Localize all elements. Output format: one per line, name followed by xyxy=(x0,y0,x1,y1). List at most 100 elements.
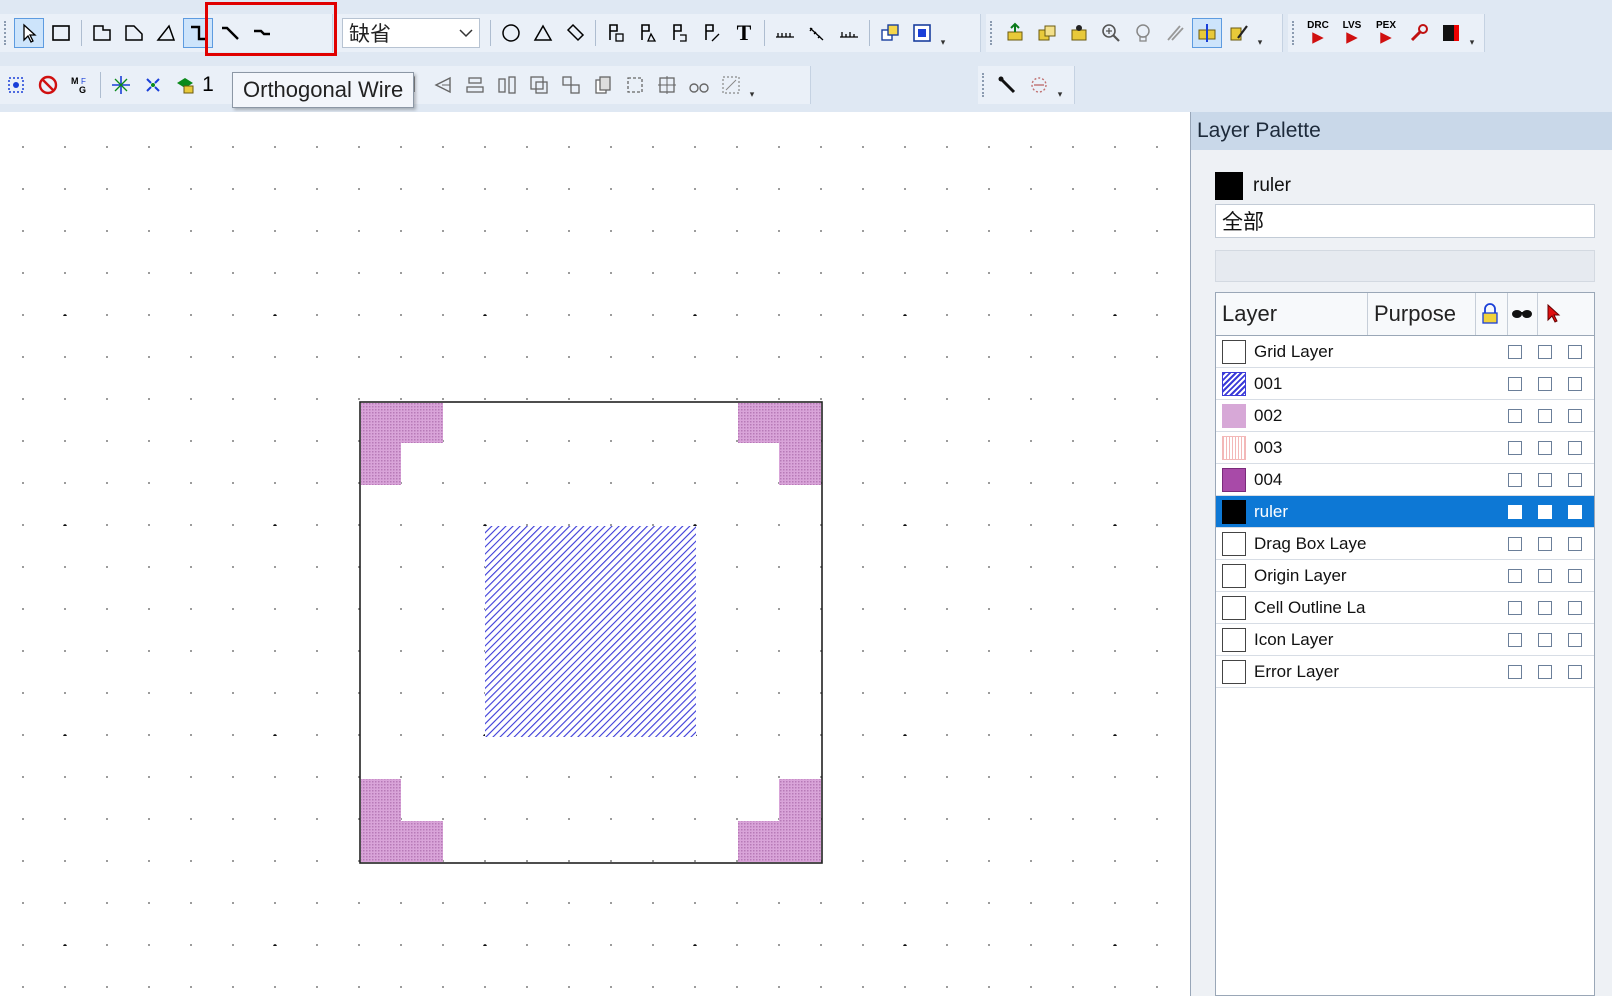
layer-swatch[interactable] xyxy=(1222,531,1246,556)
shrink-select-icon[interactable] xyxy=(138,70,168,100)
pin-tool-4-icon[interactable] xyxy=(697,18,727,48)
layer-row[interactable]: Origin Layer xyxy=(1216,560,1594,592)
layer-lock-checkbox[interactable] xyxy=(1508,664,1522,679)
layer-selectable-checkbox[interactable] xyxy=(1568,632,1582,647)
center-icon[interactable] xyxy=(652,70,682,100)
layer-selectable-checkbox[interactable] xyxy=(1568,344,1582,359)
copy-icon[interactable] xyxy=(1032,18,1062,48)
layout-canvas[interactable] xyxy=(0,112,1180,996)
toolbar-more-icon[interactable]: ▾ xyxy=(1255,18,1265,48)
polygon-tool-icon[interactable] xyxy=(87,18,117,48)
toolbar-grip[interactable] xyxy=(990,21,995,45)
layer-row[interactable]: Icon Layer xyxy=(1216,624,1594,656)
stretch-icon[interactable] xyxy=(1064,18,1094,48)
layer-selectable-checkbox[interactable] xyxy=(1568,504,1582,519)
zoom-icon[interactable] xyxy=(1096,18,1126,48)
select-pointer-icon[interactable] xyxy=(14,18,44,48)
layer-visible-checkbox[interactable] xyxy=(1538,600,1552,615)
triangle-tool-icon[interactable] xyxy=(151,18,181,48)
align-horizontal-icon[interactable] xyxy=(460,70,490,100)
visibility-glasses-icon[interactable] xyxy=(1508,293,1538,335)
layer-swatch[interactable] xyxy=(1222,595,1246,620)
terminal-icon[interactable] xyxy=(1436,18,1466,48)
ellipse-slash-icon[interactable] xyxy=(560,18,590,48)
selectable-cursor-icon[interactable] xyxy=(1538,293,1568,335)
fit-bbox-icon[interactable] xyxy=(1,70,31,100)
toolbar-grip[interactable] xyxy=(982,73,987,97)
layer-swatch[interactable] xyxy=(1222,627,1246,652)
binoculars-icon[interactable] xyxy=(684,70,714,100)
triangle-shape-icon[interactable] xyxy=(528,18,558,48)
mfg-icon[interactable]: MGF xyxy=(65,70,95,100)
ruler-tool-icon[interactable] xyxy=(770,18,800,48)
layer-visible-checkbox[interactable] xyxy=(1538,344,1552,359)
layer-lock-checkbox[interactable] xyxy=(1508,408,1522,423)
pin-tool-3-icon[interactable] xyxy=(665,18,695,48)
probe-pen-icon[interactable] xyxy=(992,70,1022,100)
move-icon[interactable] xyxy=(1000,18,1030,48)
layer-row[interactable]: Grid Layer xyxy=(1216,336,1594,368)
probe-icon[interactable] xyxy=(1160,18,1190,48)
layer-search-field[interactable] xyxy=(1215,250,1595,282)
no-entry-icon[interactable] xyxy=(33,70,63,100)
layer-selectable-checkbox[interactable] xyxy=(1568,600,1582,615)
rectangle-tool-icon[interactable] xyxy=(46,18,76,48)
layer-swatch[interactable] xyxy=(1222,403,1246,428)
toolbar-more-icon[interactable]: ▾ xyxy=(1055,70,1065,100)
layer-filter-field[interactable]: 全部 xyxy=(1215,204,1595,238)
toolbar-grip[interactable] xyxy=(1292,21,1297,45)
layer-lock-checkbox[interactable] xyxy=(1508,632,1522,647)
align-vertical-icon[interactable] xyxy=(492,70,522,100)
lvs-icon[interactable]: LVS xyxy=(1336,18,1368,48)
layer-selectable-checkbox[interactable] xyxy=(1568,440,1582,455)
text-tool-icon[interactable]: T xyxy=(729,18,759,48)
layer-selectable-checkbox[interactable] xyxy=(1568,376,1582,391)
layer-visible-checkbox[interactable] xyxy=(1538,568,1552,583)
layer-row[interactable]: Cell Outline La xyxy=(1216,592,1594,624)
flip-left-icon[interactable] xyxy=(428,70,458,100)
layer-stack-icon[interactable] xyxy=(170,70,200,100)
layer-selectable-checkbox[interactable] xyxy=(1568,536,1582,551)
expand-select-icon[interactable] xyxy=(106,70,136,100)
layer-swatch[interactable] xyxy=(1222,563,1246,588)
layer-row[interactable]: ruler xyxy=(1216,496,1594,528)
layer-lock-checkbox[interactable] xyxy=(1508,376,1522,391)
layer-visible-checkbox[interactable] xyxy=(1538,440,1552,455)
drc-icon[interactable]: DRC xyxy=(1302,18,1334,48)
group-icon[interactable] xyxy=(556,70,586,100)
lock-icon[interactable] xyxy=(1476,293,1508,335)
layer-visible-checkbox[interactable] xyxy=(1538,408,1552,423)
layer-visible-checkbox[interactable] xyxy=(1538,472,1552,487)
toolbar-more-icon[interactable]: ▾ xyxy=(1467,18,1477,48)
purpose-dropdown[interactable]: 缺省 xyxy=(342,18,480,48)
layer-row[interactable]: 004 xyxy=(1216,464,1594,496)
layer-visible-checkbox[interactable] xyxy=(1538,632,1552,647)
diagonal-ruler-icon[interactable] xyxy=(802,18,832,48)
duplicate-icon[interactable] xyxy=(588,70,618,100)
split-icon[interactable] xyxy=(1192,18,1222,48)
layer-row[interactable]: Drag Box Laye xyxy=(1216,528,1594,560)
layer-visible-checkbox[interactable] xyxy=(1538,376,1552,391)
layer-selectable-checkbox[interactable] xyxy=(1568,472,1582,487)
layer-lock-checkbox[interactable] xyxy=(1508,536,1522,551)
layer-visible-checkbox[interactable] xyxy=(1538,664,1552,679)
layer-row[interactable]: Error Layer xyxy=(1216,656,1594,688)
layer-swatch[interactable] xyxy=(1222,659,1246,684)
layer-visible-checkbox[interactable] xyxy=(1538,536,1552,551)
pin-tool-1-icon[interactable] xyxy=(601,18,631,48)
layer-visible-checkbox[interactable] xyxy=(1538,504,1552,519)
layer-lock-checkbox[interactable] xyxy=(1508,568,1522,583)
column-layer[interactable]: Layer xyxy=(1216,293,1368,335)
edit-properties-icon[interactable] xyxy=(1224,18,1254,48)
clear-probe-icon[interactable] xyxy=(1024,70,1054,100)
layer-lock-checkbox[interactable] xyxy=(1508,472,1522,487)
toolbar-more-icon[interactable]: ▾ xyxy=(938,18,948,48)
circle-tool-icon[interactable] xyxy=(496,18,526,48)
layer-row[interactable]: 003 xyxy=(1216,432,1594,464)
layer-selectable-checkbox[interactable] xyxy=(1568,664,1582,679)
layer-copy-icon[interactable] xyxy=(875,18,905,48)
bounding-box-icon[interactable] xyxy=(620,70,650,100)
layer-swatch[interactable] xyxy=(1222,435,1246,460)
layer-selectable-checkbox[interactable] xyxy=(1568,568,1582,583)
toolbar-more-icon[interactable]: ▾ xyxy=(747,70,757,100)
